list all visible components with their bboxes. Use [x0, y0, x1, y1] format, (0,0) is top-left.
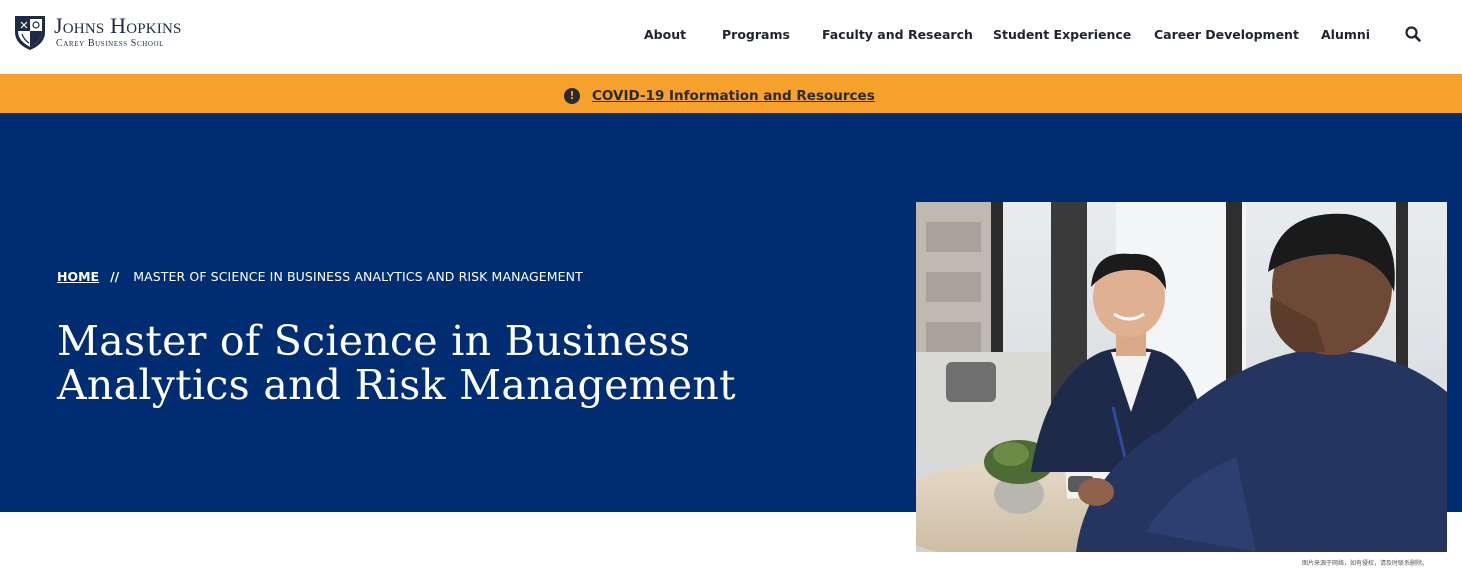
breadcrumb: HOME // MASTER OF SCIENCE IN BUSINESS AN…: [57, 269, 583, 284]
breadcrumb-home-link[interactable]: HOME: [57, 269, 99, 284]
covid-alert-bar: ! COVID-19 Information and Resources: [0, 74, 1462, 113]
covid-info-link[interactable]: COVID-19 Information and Resources: [592, 88, 875, 104]
site-header: Johns Hopkins Carey Business School Abou…: [0, 0, 1462, 74]
hero-photo: [916, 202, 1447, 552]
breadcrumb-current: MASTER OF SCIENCE IN BUSINESS ANALYTICS …: [133, 269, 583, 284]
page-title: Master of Science in Business Analytics …: [57, 317, 736, 409]
nav-about[interactable]: About: [644, 27, 686, 42]
nav-alumni[interactable]: Alumni: [1321, 27, 1370, 42]
site-logo[interactable]: Johns Hopkins Carey Business School: [13, 14, 182, 51]
nav-faculty-research[interactable]: Faculty and Research: [822, 27, 973, 42]
exclamation-icon: !: [564, 88, 580, 104]
breadcrumb-separator: //: [110, 269, 120, 284]
image-caption: 图片来源于网络，如有侵权，请及时联系删除。: [1302, 560, 1429, 567]
nav-career-development[interactable]: Career Development: [1154, 27, 1299, 42]
search-icon[interactable]: [1404, 25, 1422, 43]
nav-programs[interactable]: Programs: [722, 27, 790, 42]
shield-logo-icon: [15, 16, 45, 50]
nav-student-experience[interactable]: Student Experience: [993, 27, 1131, 42]
logo-name: Johns Hopkins: [54, 13, 182, 38]
logo-subtitle: Carey Business School: [56, 38, 165, 49]
